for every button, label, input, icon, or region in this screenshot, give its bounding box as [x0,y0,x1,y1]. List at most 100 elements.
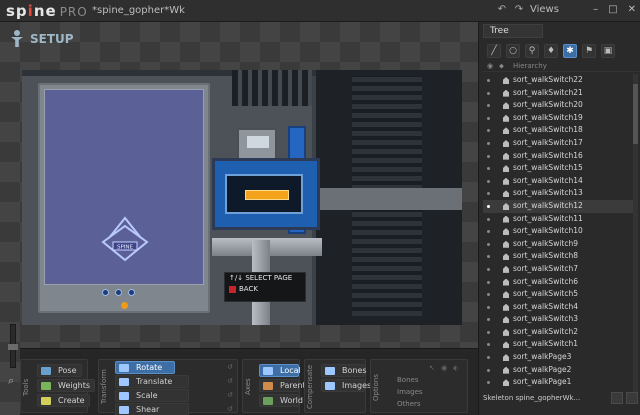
visibility-dot-icon[interactable] [487,293,490,297]
tree-row[interactable]: sort_walkSwitch18 [483,124,633,137]
constraint-filter-icon[interactable]: ⚲ [525,44,539,58]
visibility-dot-icon[interactable] [487,167,490,171]
create-button[interactable]: Create [37,394,90,407]
shear-button[interactable]: Shear [115,403,189,415]
tree-row[interactable]: sort_walkSwitch12 [483,199,633,213]
parent-axes-button[interactable]: Parent [259,379,306,392]
tree-row[interactable]: sort_walkSwitch15 [483,162,633,175]
tree-row[interactable]: sort_walkSwitch22 [483,74,633,87]
tree-tab[interactable]: Tree [483,24,543,38]
tree-list[interactable]: sort_walkSwitch22 sort_walkSwitch21 sort_w… [483,74,633,402]
visibility-dot-icon[interactable] [487,381,490,385]
page-panel[interactable]: SPINE [38,83,210,313]
weights-button[interactable]: Weights [37,379,96,392]
compensate-bones-button[interactable]: Bones [321,364,367,377]
page-dot[interactable] [115,289,122,296]
visibility-dot-icon[interactable] [487,230,490,234]
option-bones[interactable]: Bones [397,376,445,384]
tree-row[interactable]: sort_walkSwitch13 [483,187,633,200]
key-column-icon[interactable]: ⬥ [499,62,504,71]
tree-row[interactable]: sort_walkSwitch20 [483,99,633,112]
options-lock-icon[interactable]: ⬖ [453,364,458,372]
visibility-dot-icon[interactable] [487,242,490,246]
views-menu[interactable]: ↶ ↷ Views [496,4,559,16]
compensate-images-button[interactable]: Images [321,379,371,392]
visibility-dot-icon[interactable] [487,217,490,221]
visibility-dot-icon[interactable] [487,318,490,322]
world-axes-button[interactable]: World [259,394,303,407]
visibility-dot-icon[interactable] [487,255,490,259]
local-axes-button[interactable]: Local [259,364,301,377]
maximize-button[interactable]: □ [608,4,617,15]
tree-scrollbar-thumb[interactable] [633,84,638,144]
undo-icon[interactable]: ↶ [496,4,508,16]
visibility-dot-icon[interactable] [487,356,490,360]
visibility-dot-icon[interactable] [487,79,490,82]
scale-hotkey-icon[interactable]: ↺ [227,391,233,399]
visibility-dot-icon[interactable] [487,91,490,95]
visibility-dot-icon[interactable] [487,129,490,133]
tree-row[interactable]: sort_walkSwitch10 [483,225,633,238]
minimize-button[interactable]: – [593,4,598,15]
zoom-icon[interactable]: ⌕ [8,374,14,388]
translate-button[interactable]: Translate [115,375,189,388]
tree-row[interactable]: sort_walkSwitch8 [483,250,633,263]
views-label[interactable]: Views [530,4,559,16]
tree-new-button[interactable] [611,392,623,404]
tree-row[interactable]: sort_walkSwitch19 [483,112,633,125]
event-filter-icon[interactable]: ⚑ [582,44,596,58]
mode-indicator[interactable]: SETUP [10,30,74,48]
visibility-dot-icon[interactable] [487,116,490,120]
pose-button[interactable]: Pose [37,364,82,377]
options-pointer-icon[interactable]: ↖ [429,364,435,372]
skin-filter-icon[interactable]: ▣ [601,44,615,58]
option-images[interactable]: Images [397,388,445,396]
visibility-dot-icon[interactable] [487,192,490,196]
close-button[interactable]: ✕ [628,4,636,15]
visibility-dot-icon[interactable] [487,280,490,284]
rotate-hotkey-icon[interactable]: ↺ [227,363,233,371]
tree-row[interactable]: sort_walkPage3 [483,351,633,364]
option-others[interactable]: Others [397,400,445,408]
visibility-dot-icon[interactable] [487,204,490,208]
visibility-column-icon[interactable]: ◉ [487,62,493,71]
tree-row[interactable]: sort_walkSwitch17 [483,137,633,150]
redo-icon[interactable]: ↷ [513,4,525,16]
page-dot[interactable] [128,289,135,296]
options-eye-icon[interactable]: ◉ [441,364,447,372]
visibility-dot-icon[interactable] [487,267,490,271]
scale-button[interactable]: Scale [115,389,189,402]
tree-row[interactable]: sort_walkSwitch2 [483,326,633,339]
tree-row[interactable]: sort_walkSwitch3 [483,313,633,326]
tree-row[interactable]: sort_walkSwitch14 [483,175,633,188]
tree-row[interactable]: sort_walkSwitch11 [483,213,633,226]
visibility-dot-icon[interactable] [487,141,490,145]
tree-row[interactable]: sort_walkSwitch9 [483,238,633,251]
translate-hotkey-icon[interactable]: ↺ [227,377,233,385]
skeleton-filter-icon[interactable]: ✱ [563,44,577,58]
visibility-dot-icon[interactable] [487,305,490,309]
tree-row[interactable]: sort_walkSwitch1 [483,338,633,351]
visibility-dot-icon[interactable] [487,154,490,158]
tree-row[interactable]: sort_walkSwitch16 [483,150,633,163]
visibility-dot-icon[interactable] [487,343,490,347]
tree-row[interactable]: sort_walkPage1 [483,376,633,389]
visibility-dot-icon[interactable] [487,179,490,183]
tree-row[interactable]: sort_walkSwitch7 [483,263,633,276]
shear-hotkey-icon[interactable]: ↺ [227,405,233,413]
tree-row[interactable]: sort_walkSwitch5 [483,288,633,301]
tree-row[interactable]: sort_walkSwitch21 [483,87,633,100]
bone-filter-icon[interactable]: ╱ [487,44,501,58]
page-dot[interactable] [102,289,109,296]
tree-row[interactable]: sort_walkPage2 [483,364,633,377]
zoom-slider-handle[interactable] [8,344,18,350]
visibility-dot-icon[interactable] [487,330,490,334]
tree-scrollbar[interactable] [633,74,638,394]
slot-filter-icon[interactable]: ○ [506,44,520,58]
tree-row[interactable]: sort_walkSwitch6 [483,276,633,289]
visibility-dot-icon[interactable] [487,368,490,372]
tree-row[interactable]: sort_walkSwitch4 [483,301,633,314]
tree-delete-button[interactable] [626,392,638,404]
attachment-filter-icon[interactable]: ♦ [544,44,558,58]
rotate-button[interactable]: Rotate [115,361,175,374]
